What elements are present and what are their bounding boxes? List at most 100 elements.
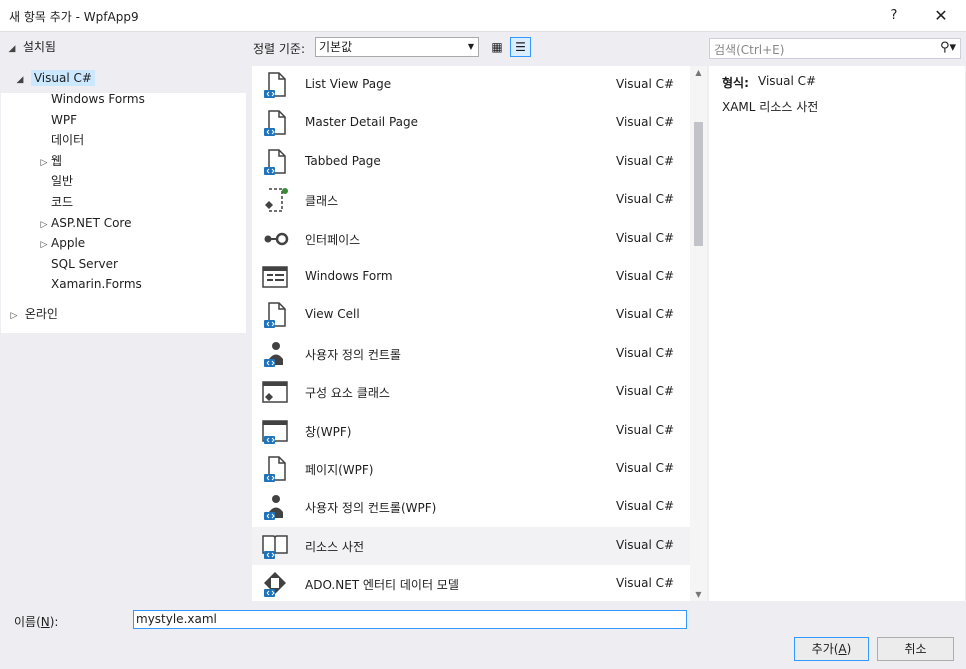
collapsed-arrow-icon[interactable]: ▷ bbox=[37, 215, 51, 235]
dictionary-icon bbox=[260, 531, 290, 561]
interface-icon bbox=[260, 224, 290, 254]
tree-node[interactable]: 데이터 bbox=[37, 130, 84, 150]
item-name: 창(WPF) bbox=[305, 424, 352, 439]
name-field[interactable]: mystyle.xaml bbox=[133, 610, 687, 629]
tree-node-label: 데이터 bbox=[51, 133, 85, 148]
item-language: Visual C# bbox=[616, 499, 675, 514]
list-item[interactable]: Tabbed Page Visual C# bbox=[252, 143, 690, 181]
window-title: 새 항목 추가 - WpfApp9 bbox=[9, 10, 139, 24]
item-name: Tabbed Page bbox=[305, 153, 381, 168]
sort-select[interactable]: 기본값 ▼ bbox=[315, 37, 479, 57]
tree-node-label: 일반 bbox=[51, 174, 74, 189]
tree-node-label: 웹 bbox=[51, 153, 63, 168]
list-item[interactable]: 리소스 사전 Visual C# bbox=[252, 526, 690, 565]
entity-model-icon bbox=[260, 569, 290, 599]
template-list: List View Page Visual C# Master Detail Pag… bbox=[252, 66, 690, 601]
add-label: 추가( bbox=[811, 642, 839, 656]
list-item[interactable]: 사용자 정의 컨트롤 Visual C# bbox=[252, 335, 690, 373]
details-panel: 형식: Visual C# XAML 리소스 사전 bbox=[709, 66, 965, 601]
tree-node-online[interactable]: ▷ 온라인 bbox=[7, 304, 58, 324]
tree-node-label: Apple bbox=[51, 236, 86, 251]
item-language: Visual C# bbox=[616, 345, 675, 360]
search-icon[interactable]: ⚲▾ bbox=[940, 40, 956, 55]
scroll-up-icon[interactable]: ▲ bbox=[690, 68, 707, 77]
tree-node[interactable]: SQL Server bbox=[37, 254, 118, 274]
search-input[interactable]: 검색(Ctrl+E) ⚲▾ bbox=[709, 38, 961, 59]
sort-value: 기본값 bbox=[319, 40, 353, 54]
tree-node[interactable]: WPF bbox=[37, 110, 77, 130]
name-label-text: 이름( bbox=[14, 615, 41, 629]
list-item[interactable]: Master Detail Page Visual C# bbox=[252, 104, 690, 142]
sort-label: 정렬 기준: bbox=[253, 42, 306, 56]
bottom-bar: 이름(N): mystyle.xaml 추가(A) 취소 bbox=[0, 602, 966, 669]
list-item[interactable]: 창(WPF) Visual C# bbox=[252, 412, 690, 450]
tree-node[interactable]: 일반 bbox=[37, 171, 73, 191]
item-name: Windows Form bbox=[305, 269, 393, 283]
chevron-down-icon: ▼ bbox=[467, 42, 474, 51]
item-language: Visual C# bbox=[616, 77, 675, 91]
search-placeholder: 검색(Ctrl+E) bbox=[714, 43, 785, 57]
cancel-button[interactable]: 취소 bbox=[877, 637, 954, 661]
item-name: View Cell bbox=[305, 307, 360, 322]
tree-node[interactable]: 코드 bbox=[37, 192, 73, 212]
name-label: 이름(N): bbox=[14, 613, 58, 630]
list-item[interactable]: 인터페이스 Visual C# bbox=[252, 220, 690, 258]
list-item[interactable]: 페이지(WPF) Visual C# bbox=[252, 450, 690, 488]
list-item[interactable]: 사용자 정의 컨트롤(WPF) Visual C# bbox=[252, 488, 690, 526]
page-icon bbox=[260, 108, 290, 138]
tree-node-label: Xamarin.Forms bbox=[51, 277, 142, 292]
list-view-icon[interactable]: ☰ bbox=[510, 37, 531, 57]
tree-node[interactable]: ▷ Apple bbox=[37, 233, 86, 255]
scroll-thumb[interactable] bbox=[694, 122, 703, 246]
list-item[interactable]: 클래스 Visual C# bbox=[252, 181, 690, 219]
item-description: XAML 리소스 사전 bbox=[722, 100, 819, 114]
tree-node-installed[interactable]: ◢ 설치됨 bbox=[1, 37, 246, 57]
add-label-suffix: ) bbox=[846, 642, 852, 656]
vertical-scrollbar[interactable]: ▲ ▼ bbox=[690, 66, 707, 601]
list-item[interactable]: View Cell Visual C# bbox=[252, 296, 690, 334]
tree-node-visual-csharp[interactable]: ◢ Visual C# bbox=[13, 68, 95, 88]
close-button[interactable]: ✕ bbox=[926, 4, 956, 28]
name-label-accesskey: N bbox=[40, 615, 50, 629]
list-item[interactable]: Windows Form Visual C# bbox=[252, 258, 690, 296]
list-item[interactable]: List View Page Visual C# bbox=[252, 66, 690, 104]
tree-node[interactable]: Windows Forms bbox=[37, 89, 145, 109]
page-icon bbox=[260, 147, 290, 177]
expanded-arrow-icon[interactable]: ◢ bbox=[5, 39, 19, 59]
window-icon bbox=[260, 416, 290, 446]
tree-node[interactable]: ▷ 웹 bbox=[37, 151, 63, 173]
tree-node[interactable]: Xamarin.Forms bbox=[37, 274, 142, 294]
list-item[interactable]: ADO.NET 엔터티 데이터 모델 Visual C# bbox=[252, 565, 690, 601]
collapsed-arrow-icon[interactable]: ▷ bbox=[7, 306, 21, 326]
item-language: Visual C# bbox=[616, 537, 675, 552]
item-language: Visual C# bbox=[616, 269, 675, 283]
item-name: 리소스 사전 bbox=[305, 539, 365, 554]
item-name: 사용자 정의 컨트롤 bbox=[305, 347, 401, 362]
page-icon bbox=[260, 70, 290, 100]
page-icon bbox=[260, 300, 290, 330]
page-icon bbox=[260, 454, 290, 484]
item-name: 인터페이스 bbox=[305, 232, 361, 247]
list-item[interactable]: 구성 요소 클래스 Visual C# bbox=[252, 373, 690, 411]
tree-node-label: WPF bbox=[51, 112, 78, 127]
item-name: 구성 요소 클래스 bbox=[305, 386, 390, 401]
sort-bar: 정렬 기준: 기본값 ▼ ▦ ☰ bbox=[253, 36, 693, 60]
help-button[interactable]: ? bbox=[880, 4, 908, 28]
collapsed-arrow-icon[interactable]: ▷ bbox=[37, 235, 51, 255]
add-accesskey: A bbox=[838, 642, 847, 656]
type-value: Visual C# bbox=[758, 74, 817, 88]
item-name: Master Detail Page bbox=[305, 115, 419, 130]
collapsed-arrow-icon[interactable]: ▷ bbox=[37, 153, 51, 173]
user-control-icon bbox=[260, 339, 290, 369]
item-language: Visual C# bbox=[616, 461, 675, 475]
scroll-down-icon[interactable]: ▼ bbox=[690, 590, 707, 599]
add-button[interactable]: 추가(A) bbox=[794, 637, 869, 661]
grid-view-icon[interactable]: ▦ bbox=[487, 37, 507, 57]
tree-node[interactable]: ▷ ASP.NET Core bbox=[37, 213, 132, 235]
tree-node-label: SQL Server bbox=[51, 256, 118, 271]
name-label-suffix: ): bbox=[49, 615, 59, 629]
item-language: Visual C# bbox=[616, 576, 675, 591]
expanded-arrow-icon[interactable]: ◢ bbox=[13, 70, 27, 90]
item-language: Visual C# bbox=[616, 307, 675, 322]
tree-node-label: ASP.NET Core bbox=[51, 215, 132, 230]
